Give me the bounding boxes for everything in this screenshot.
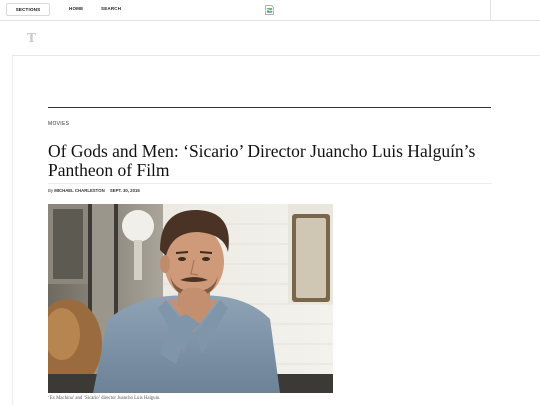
author-name[interactable]: MICHAEL CHARLESTON [54,188,104,193]
publish-date: SEPT. 30, 2015 [109,188,140,193]
byline: By MICHAEL CHARLESTON SEPT. 30, 2015 [48,188,140,193]
broken-image-icon [265,5,274,15]
topbar-divider [490,0,491,20]
sections-button-label: SECTIONS [15,7,41,12]
portrait-illustration [48,204,333,393]
page-left-border [12,55,13,405]
sections-button[interactable]: SECTIONS [6,3,50,16]
search-link[interactable]: SEARCH [101,6,121,11]
section-rule [48,107,491,108]
nyt-logo[interactable]: T [27,31,36,45]
masthead [12,21,540,56]
byline-divider [48,183,492,184]
home-link[interactable]: HOME [69,6,83,11]
top-navigation-bar: SECTIONS HOME SEARCH [0,0,540,21]
article-photo [48,204,333,393]
byline-prefix: By [48,188,54,193]
photo-caption: ‘Ex Machina’ and ‘Sicario’ director Juan… [48,396,161,401]
article-headline: Of Gods and Men: ‘Sicario’ Director Juan… [48,141,476,180]
section-kicker[interactable]: MOVIES [48,121,69,127]
